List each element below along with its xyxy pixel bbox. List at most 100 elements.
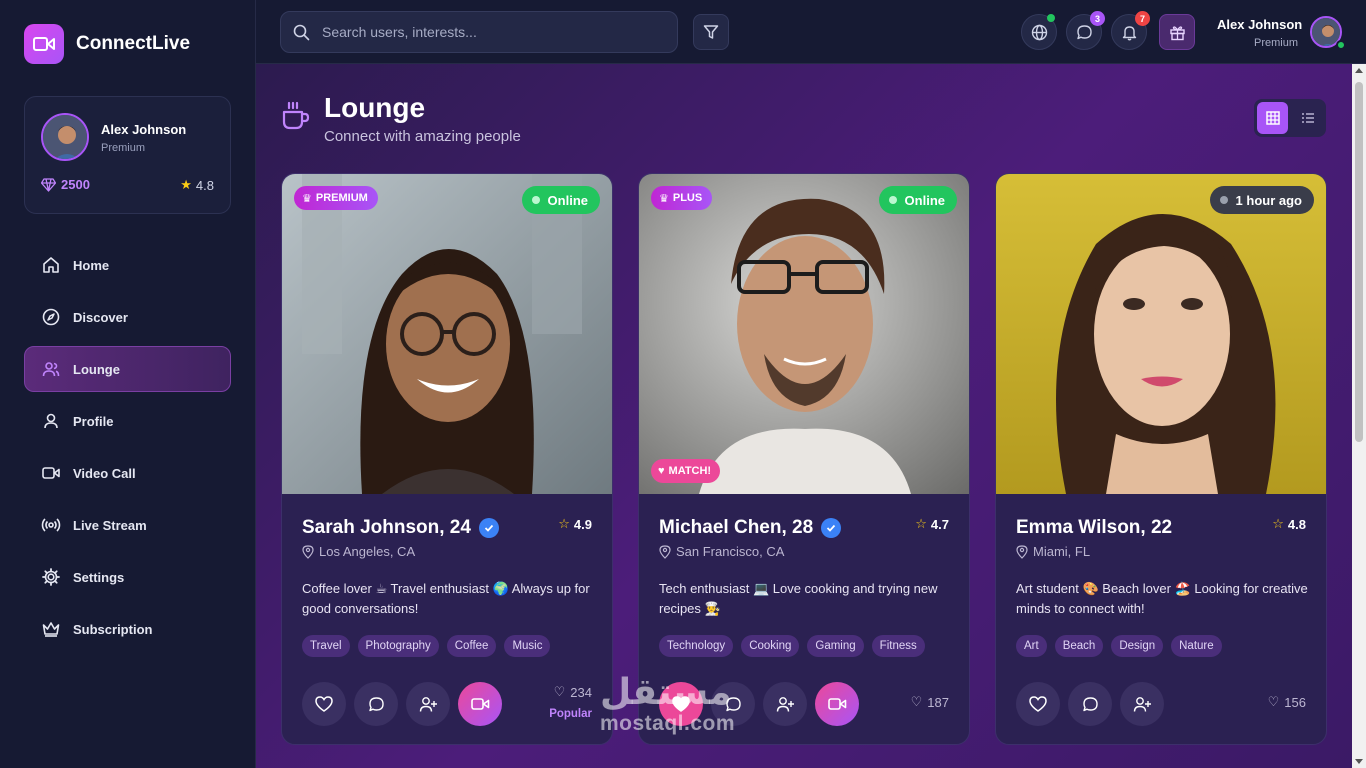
- profile-photo[interactable]: [996, 174, 1326, 494]
- scroll-down-arrow-icon[interactable]: [1355, 759, 1363, 764]
- gifts-button[interactable]: [1159, 14, 1195, 50]
- sidebar-item-settings[interactable]: Settings: [24, 554, 231, 600]
- scrollbar[interactable]: [1352, 64, 1366, 768]
- users-icon: [42, 362, 60, 377]
- online-indicator: [1047, 14, 1055, 22]
- user-plus-icon: [1133, 696, 1151, 712]
- rating-value: 4.8: [1287, 516, 1306, 532]
- like-count: ♡ 187: [911, 694, 949, 710]
- search-box[interactable]: [280, 11, 678, 53]
- coffee-cup-icon: [282, 101, 310, 130]
- profile-photo[interactable]: [639, 174, 969, 494]
- heart-outline-icon: ♡: [553, 684, 566, 699]
- sidebar-item-label: Video Call: [73, 465, 136, 481]
- watermark-arabic: مستقل: [600, 671, 732, 712]
- brand-name: ConnectLive: [76, 33, 191, 54]
- interest-tag[interactable]: Design: [1111, 635, 1164, 657]
- tier-label: PREMIUM: [315, 192, 368, 204]
- scroll-up-arrow-icon[interactable]: [1355, 68, 1363, 73]
- interest-tag[interactable]: Photography: [357, 635, 439, 657]
- interest-tag[interactable]: Beach: [1054, 635, 1104, 657]
- card-bio: Art student 🎨 Beach lover 🏖️ Looking for…: [1016, 581, 1308, 616]
- interest-tag[interactable]: Coffee: [446, 635, 497, 657]
- user-card[interactable]: Alex Johnson Premium 2500 ★ 4.8: [24, 96, 231, 214]
- sidebar-item-discover[interactable]: Discover: [24, 294, 231, 340]
- status-badge: Online: [878, 186, 957, 214]
- tier-badge: ♛ PREMIUM: [294, 186, 378, 210]
- crown-icon: [42, 622, 60, 637]
- sidebar-item-live-stream[interactable]: Live Stream: [24, 502, 231, 548]
- brand[interactable]: ConnectLive: [24, 24, 190, 64]
- sidebar-item-label: Lounge: [73, 361, 120, 377]
- map-pin-icon: [1016, 544, 1028, 559]
- star-icon: ☆: [915, 516, 927, 531]
- add-friend-button[interactable]: [1120, 682, 1164, 726]
- video-icon: [470, 698, 489, 710]
- globe-icon: [1031, 24, 1047, 40]
- card-location: Miami, FL: [1016, 544, 1090, 559]
- topbar: 3 7 Alex Johnson Premium: [256, 0, 1366, 64]
- card-rating: ☆ 4.8: [1272, 516, 1306, 532]
- add-friend-button[interactable]: [406, 682, 450, 726]
- star-icon: ☆: [1272, 516, 1284, 531]
- interest-tag[interactable]: Music: [504, 635, 551, 657]
- messages-button[interactable]: 3: [1066, 11, 1105, 50]
- profile-card[interactable]: ♛ PREMIUM Online Sarah Johnson, 24 ☆ 4.9…: [281, 173, 613, 745]
- interest-tag[interactable]: Technology: [659, 635, 734, 657]
- message-button[interactable]: [354, 682, 398, 726]
- card-bio: Tech enthusiast 💻 Love cooking and tryin…: [659, 581, 938, 616]
- interest-tag[interactable]: Fitness: [871, 635, 925, 657]
- sidebar-item-profile[interactable]: Profile: [24, 398, 231, 444]
- search-input[interactable]: [322, 24, 662, 40]
- message-button[interactable]: [1068, 682, 1112, 726]
- star-icon: ☆: [558, 516, 570, 531]
- grid-view-button[interactable]: [1257, 102, 1288, 134]
- sidebar-item-video-call[interactable]: Video Call: [24, 450, 231, 496]
- like-button[interactable]: [1016, 682, 1060, 726]
- interest-tag[interactable]: Gaming: [807, 635, 864, 657]
- interest-tag[interactable]: Cooking: [741, 635, 800, 657]
- like-button[interactable]: [302, 682, 346, 726]
- likes-value: 187: [927, 694, 949, 710]
- like-count: ♡ 156: [1268, 694, 1306, 710]
- profile-card[interactable]: 1 hour ago Emma Wilson, 22 ☆ 4.8 Miami, …: [995, 173, 1327, 745]
- heart-icon: [315, 696, 333, 712]
- card-name[interactable]: Michael Chen, 28: [659, 517, 842, 539]
- sidebar-item-label: Live Stream: [73, 517, 147, 533]
- list-icon: [1301, 113, 1314, 123]
- add-friend-button[interactable]: [763, 682, 807, 726]
- chat-icon: [368, 696, 384, 711]
- chat-icon: [1082, 696, 1098, 711]
- video-call-button[interactable]: [815, 682, 859, 726]
- sidebar-item-home[interactable]: Home: [24, 242, 231, 288]
- profile-photo[interactable]: [282, 174, 612, 494]
- video-call-button[interactable]: [458, 682, 502, 726]
- filter-button[interactable]: [693, 14, 729, 50]
- home-icon: [43, 257, 59, 273]
- card-name[interactable]: Sarah Johnson, 24: [302, 517, 499, 539]
- sidebar-item-label: Subscription: [73, 621, 153, 637]
- notifications-button[interactable]: 7: [1111, 11, 1150, 50]
- profile-card[interactable]: ♛ PLUS Online ♥ MATCH! Michael Chen, 28 …: [638, 173, 970, 745]
- likes-value: 234: [570, 684, 592, 700]
- sidebar-item-subscription[interactable]: Subscription: [24, 606, 231, 652]
- language-button[interactable]: [1021, 14, 1057, 50]
- tier-badge: ♛ PLUS: [651, 186, 713, 210]
- interest-tag[interactable]: Nature: [1171, 635, 1222, 657]
- topbar-user-name[interactable]: Alex Johnson: [1217, 17, 1302, 32]
- interest-tag[interactable]: Travel: [302, 635, 350, 657]
- notifications-count-badge: 7: [1135, 11, 1150, 26]
- interest-tag[interactable]: Art: [1016, 635, 1047, 657]
- list-view-button[interactable]: [1292, 102, 1323, 134]
- sidebar-item-lounge[interactable]: Lounge: [24, 346, 231, 392]
- map-pin-icon: [659, 544, 671, 559]
- scrollbar-thumb[interactable]: [1355, 82, 1363, 442]
- card-name[interactable]: Emma Wilson, 22: [1016, 517, 1172, 539]
- card-location: San Francisco, CA: [659, 544, 784, 559]
- status-badge: Online: [521, 186, 600, 214]
- interest-tags: Technology Cooking Gaming Fitness: [659, 635, 925, 657]
- user-icon: [44, 413, 58, 429]
- card-actions: [1016, 682, 1164, 726]
- topbar-user-tier: Premium: [1254, 37, 1299, 49]
- user-plus-icon: [419, 696, 437, 712]
